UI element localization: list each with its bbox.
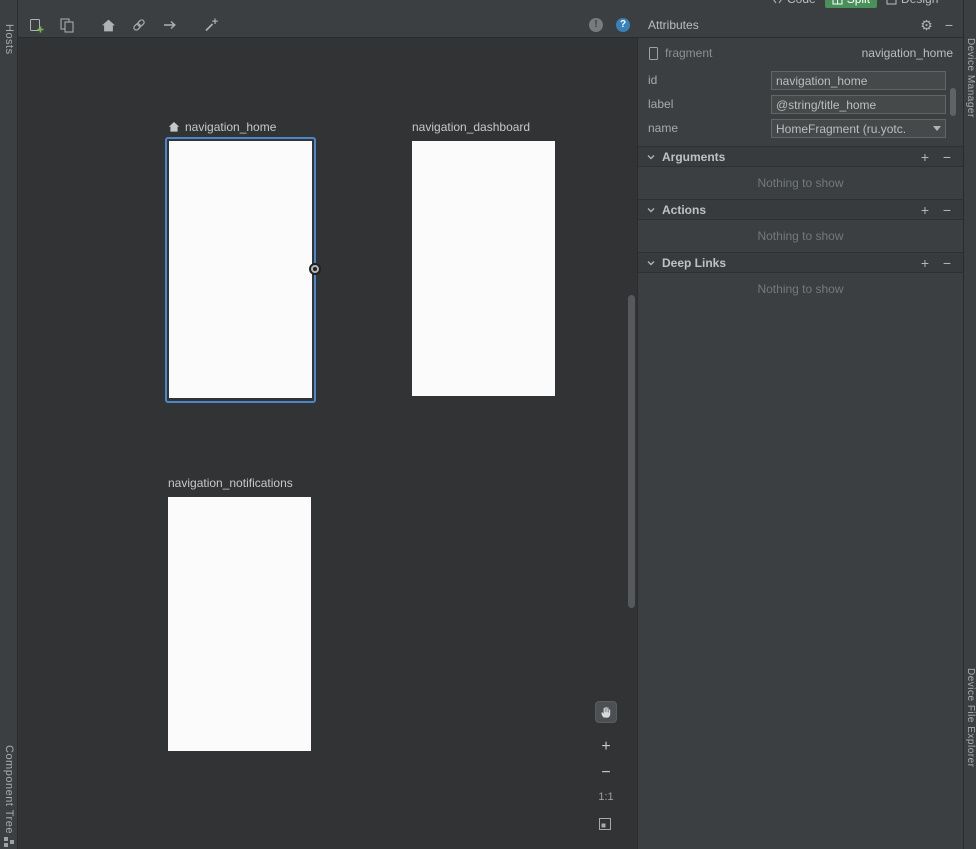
start-destination-home-icon [168, 121, 180, 133]
section-header-actions[interactable]: Actions + − [638, 199, 963, 220]
tab-design[interactable]: Design [886, 0, 938, 6]
deep-link-icon [131, 17, 147, 33]
hand-icon [599, 705, 613, 719]
name-dropdown[interactable]: HomeFragment (ru.yotc. [771, 119, 946, 138]
canvas-scrollbar-thumb[interactable] [628, 295, 635, 608]
chevron-down-icon [646, 258, 656, 268]
add-destination-button[interactable] [26, 15, 46, 35]
auto-arrange-icon [203, 17, 219, 33]
action-connector-handle[interactable] [309, 263, 321, 275]
start-destination-button[interactable] [98, 15, 118, 35]
tool-window-device-file-explorer[interactable]: Device File Explorer [965, 668, 976, 767]
action-button[interactable] [160, 15, 180, 35]
id-input[interactable] [771, 71, 946, 90]
field-row-name: name HomeFragment (ru.yotc. [638, 119, 963, 138]
add-deep-link-button[interactable]: + [917, 256, 933, 270]
chevron-down-icon [646, 205, 656, 215]
attribute-sections: Arguments + − Nothing to show Actions + … [638, 146, 963, 305]
zoom-in-button[interactable]: + [596, 738, 616, 756]
attributes-header: Attributes ⚙ − [638, 12, 963, 38]
zoom-to-fit-icon [598, 817, 614, 831]
tool-window-component-tree[interactable]: Component Tree [3, 745, 15, 834]
navigation-editor: ! ? Attributes ⚙ − Code Split [0, 0, 976, 849]
actions-empty-text: Nothing to show [638, 220, 963, 252]
deep-link-button[interactable] [129, 15, 149, 35]
arguments-empty-text: Nothing to show [638, 167, 963, 199]
component-summary-row: fragment navigation_home [638, 44, 963, 62]
destination-preview-notifications[interactable] [168, 497, 311, 751]
editor-mode-tabs: Code Split Design [768, 0, 963, 10]
deep-links-empty-text: Nothing to show [638, 273, 963, 305]
component-tree-icon[interactable] [3, 836, 15, 848]
action-arrow-icon [162, 17, 178, 33]
remove-action-button[interactable]: − [939, 203, 955, 217]
remove-deep-link-button[interactable]: − [939, 256, 955, 270]
add-action-button[interactable]: + [917, 203, 933, 217]
zoom-to-fit-button[interactable] [598, 817, 614, 833]
split-icon [832, 0, 843, 5]
chevron-down-icon [646, 152, 656, 162]
add-destination-icon [28, 17, 44, 33]
home-icon [101, 18, 116, 33]
zoom-out-button[interactable]: − [596, 764, 616, 782]
add-argument-button[interactable]: + [917, 150, 933, 164]
auto-arrange-button[interactable] [201, 15, 221, 35]
gear-icon[interactable]: ⚙ [920, 18, 933, 32]
right-tool-stripe: Device Manager Device File Explorer [963, 0, 976, 849]
attributes-panel: fragment navigation_home id label name H… [638, 38, 963, 849]
code-icon [772, 0, 783, 5]
canvas-toolbar [26, 12, 221, 38]
label-input[interactable] [771, 95, 946, 114]
panel-scrollbar-thumb[interactable] [950, 88, 956, 116]
left-tool-stripe: Hosts Component Tree [0, 0, 18, 849]
tab-split[interactable]: Split [825, 0, 877, 8]
remove-argument-button[interactable]: − [939, 150, 955, 164]
destination-preview-home[interactable] [169, 141, 312, 398]
tool-window-device-manager[interactable]: Device Manager [965, 38, 976, 118]
tab-code[interactable]: Code [772, 0, 816, 6]
hide-panel-icon[interactable]: − [945, 18, 953, 32]
destination-label-notifications[interactable]: navigation_notifications [168, 475, 293, 491]
component-id: navigation_home [862, 46, 953, 60]
component-type: fragment [665, 46, 712, 60]
zoom-actual-size-button[interactable]: 1:1 [595, 791, 617, 803]
error-indicator-icon[interactable]: ! [589, 18, 603, 32]
section-header-deep-links[interactable]: Deep Links + − [638, 252, 963, 273]
destination-label-dashboard[interactable]: navigation_dashboard [412, 119, 530, 135]
destination-preview-dashboard[interactable] [412, 141, 555, 396]
attributes-title: Attributes [648, 18, 908, 32]
fragment-icon [648, 46, 659, 61]
nested-graph-icon [59, 17, 75, 33]
destination-label-home[interactable]: navigation_home [168, 119, 276, 135]
chevron-down-icon [929, 120, 945, 137]
pan-button[interactable] [595, 701, 617, 723]
design-icon [886, 0, 897, 5]
field-row-label: label [638, 95, 963, 114]
tool-window-hosts[interactable]: Hosts [3, 24, 15, 55]
field-row-id: id [638, 71, 963, 90]
nested-graph-button[interactable] [57, 15, 77, 35]
label-field-label: label [648, 95, 673, 114]
id-field-label: id [648, 71, 657, 90]
toolbar-right-group: ! ? [589, 12, 630, 38]
help-icon[interactable]: ? [616, 18, 630, 32]
name-field-label: name [648, 119, 678, 138]
section-header-arguments[interactable]: Arguments + − [638, 146, 963, 167]
